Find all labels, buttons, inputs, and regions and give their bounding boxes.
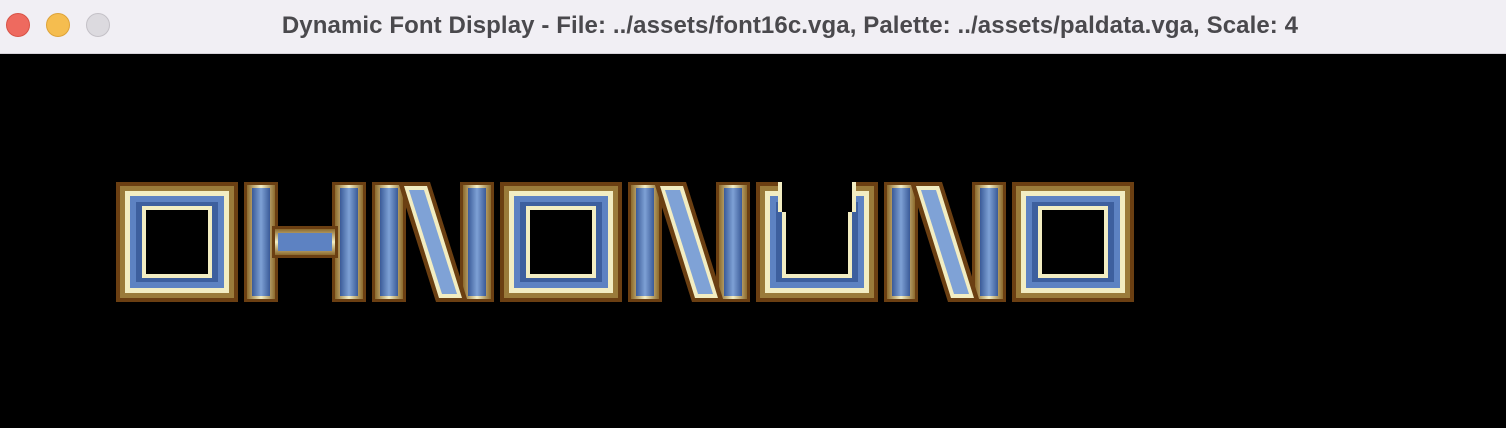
- glyph-o: [1012, 182, 1134, 302]
- glyph-u: [756, 182, 878, 302]
- app-window: Dynamic Font Display - File: ../assets/f…: [0, 0, 1506, 428]
- glyph-n: [628, 182, 750, 302]
- glyph-o: [116, 182, 238, 302]
- glyph-n: [884, 182, 1006, 302]
- glyph-h: [244, 182, 366, 302]
- rendered-text-banner: [116, 182, 1134, 302]
- glyph-n: [372, 182, 494, 302]
- title-bar[interactable]: Dynamic Font Display - File: ../assets/f…: [0, 0, 1506, 54]
- glyph-o: [500, 182, 622, 302]
- font-display-canvas: [0, 54, 1506, 428]
- window-title: Dynamic Font Display - File: ../assets/f…: [281, 12, 1299, 39]
